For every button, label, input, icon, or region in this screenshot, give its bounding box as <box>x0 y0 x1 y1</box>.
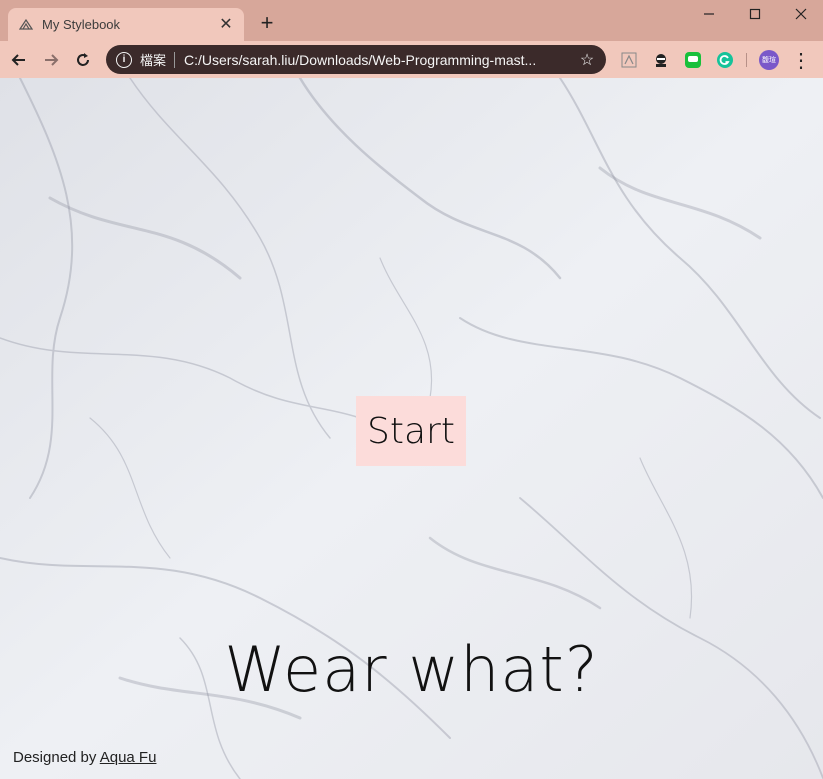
divider <box>174 51 176 68</box>
close-window-button[interactable] <box>778 0 823 28</box>
scheme-label: 檔案 <box>140 53 167 68</box>
reload-button[interactable] <box>70 47 96 73</box>
pdf-extension-icon[interactable] <box>618 49 640 71</box>
new-tab-button[interactable]: + <box>256 12 278 34</box>
url-text[interactable]: C:/Users/sarah.liu/Downloads/Web-Program… <box>184 52 578 68</box>
line-extension-icon[interactable] <box>682 49 704 71</box>
author-link[interactable]: Aqua Fu <box>100 749 157 766</box>
page-headline: Wear what? <box>224 633 599 706</box>
bookmark-star-icon[interactable]: ☆ <box>578 50 596 70</box>
info-icon[interactable]: i <box>116 51 132 68</box>
start-button[interactable]: Start <box>356 396 466 466</box>
profile-initials: 馥瑄 <box>762 57 776 64</box>
profile-avatar[interactable]: 馥瑄 <box>758 49 780 71</box>
back-button[interactable] <box>6 47 32 73</box>
toolbar-divider <box>746 53 747 67</box>
tab-strip: My Stylebook ✕ + <box>0 0 823 41</box>
page-viewport: Start Wear what? Designed by Aqua Fu <box>0 78 823 779</box>
tab-close-icon[interactable]: ✕ <box>218 16 234 33</box>
menu-icon[interactable]: ⋮ <box>790 49 812 72</box>
maximize-button[interactable] <box>732 0 778 28</box>
browser-toolbar: i 檔案 C:/Users/sarah.liu/Downloads/Web-Pr… <box>0 41 823 114</box>
forward-button[interactable] <box>38 47 64 73</box>
incognito-extension-icon[interactable] <box>650 49 672 71</box>
footer-credit: Designed by Aqua Fu <box>13 749 156 766</box>
footer-prefix: Designed by <box>13 749 100 766</box>
stylebook-icon <box>18 17 34 33</box>
address-bar[interactable]: i 檔案 C:/Users/sarah.liu/Downloads/Web-Pr… <box>106 45 606 74</box>
grammarly-icon[interactable] <box>714 49 736 71</box>
minimize-button[interactable] <box>686 0 732 28</box>
tab-title: My Stylebook <box>42 17 121 32</box>
tab-my-stylebook[interactable]: My Stylebook ✕ <box>8 8 244 41</box>
